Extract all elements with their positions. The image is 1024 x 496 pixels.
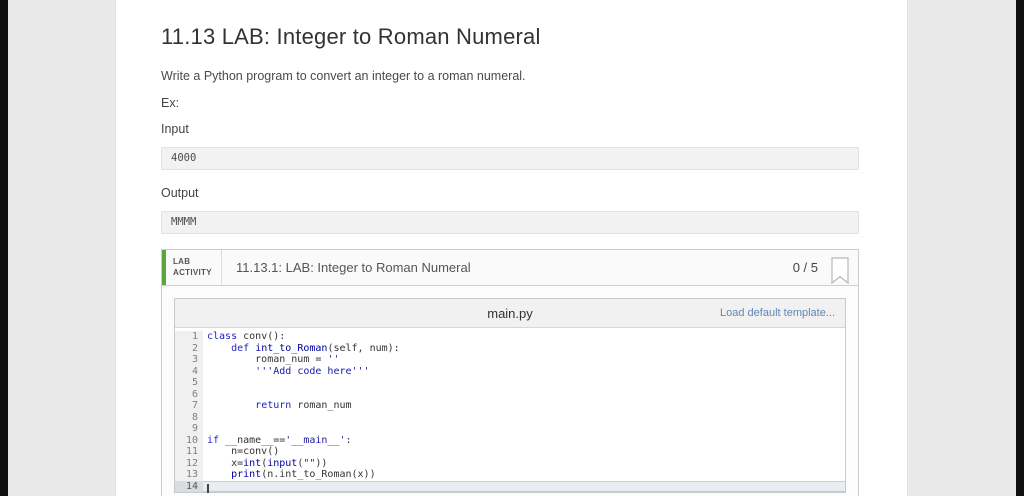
- code-line: 10 if __name__=='__main__':: [175, 434, 845, 446]
- score-area: 0 / 5: [793, 250, 858, 285]
- example-input-box: 4000: [161, 147, 859, 170]
- code-line: 5: [175, 377, 845, 389]
- line-number: 4: [175, 365, 203, 377]
- code-line: 2 def int_to_Roman(self, num):: [175, 342, 845, 354]
- lab-activity-card: LAB ACTIVITY 11.13.1: LAB: Integer to Ro…: [161, 249, 859, 496]
- line-number: 5: [175, 377, 203, 389]
- code-line: 11 n=conv(): [175, 446, 845, 458]
- code-line: 13 print(n.int_to_Roman(x)): [175, 469, 845, 481]
- code-line: 8: [175, 411, 845, 424]
- lab-card-body: main.py Load default template... 1 class …: [162, 286, 858, 496]
- line-number: 7: [175, 400, 203, 412]
- activity-score: 0 / 5: [792, 260, 818, 275]
- line-number: 2: [175, 342, 203, 354]
- line-number: 13: [175, 469, 203, 481]
- code-line: 6: [175, 388, 845, 401]
- text-cursor: [207, 483, 209, 493]
- code-text: class conv():: [207, 331, 286, 342]
- code-text: n=conv(): [207, 446, 280, 457]
- editor-header: main.py Load default template...: [175, 299, 845, 328]
- code-line: 9: [175, 423, 845, 435]
- line-number: 8: [175, 411, 203, 423]
- code-line: 1 class conv():: [175, 331, 845, 343]
- editor-filename: main.py: [487, 305, 533, 321]
- code-lines[interactable]: 1 class conv(): 2 def int_to_Roman(self, n…: [175, 328, 845, 493]
- line-number: 14: [175, 480, 203, 492]
- screen: 11.13 LAB: Integer to Roman Numeral Writ…: [0, 0, 1024, 496]
- code-text: if __name__=='__main__':: [207, 434, 352, 446]
- code-line: 3 roman_num = '': [175, 354, 845, 366]
- left-edge-bar: [0, 0, 8, 496]
- code-text: def int_to_Roman(self, num):: [231, 342, 400, 354]
- code-line: 12 x=int(input("")): [175, 457, 845, 469]
- code-text: return roman_num: [255, 400, 352, 411]
- problem-description: Write a Python program to convert an int…: [161, 69, 526, 83]
- code-text: roman_num = '': [207, 354, 340, 365]
- code-line: 7 return roman_num: [175, 400, 845, 412]
- load-default-template-link[interactable]: Load default template...: [720, 307, 835, 319]
- right-edge-bar: [1016, 0, 1024, 496]
- output-label: Output: [161, 186, 199, 200]
- lab-badge-line1: LAB: [173, 256, 191, 266]
- code-text: [203, 480, 845, 493]
- line-number: 3: [175, 354, 203, 366]
- activity-title: 11.13.1: LAB: Integer to Roman Numeral: [236, 260, 471, 275]
- line-number: 9: [175, 423, 203, 435]
- page-title: 11.13 LAB: Integer to Roman Numeral: [161, 24, 541, 49]
- bookmark-icon: [830, 257, 850, 284]
- code-line: 14: [175, 480, 845, 493]
- code-text: x=int(input("")): [207, 457, 328, 469]
- code-line: 4 '''Add code here''': [175, 365, 845, 377]
- lab-badge: LAB ACTIVITY: [166, 250, 222, 285]
- code-text: print(n.int_to_Roman(x)): [231, 469, 376, 480]
- line-number: 1: [175, 331, 203, 343]
- code-editor[interactable]: main.py Load default template... 1 class …: [174, 298, 846, 493]
- line-number: 10: [175, 434, 203, 446]
- line-number: 11: [175, 446, 203, 458]
- content-area: 11.13 LAB: Integer to Roman Numeral Writ…: [115, 0, 908, 496]
- code-text: '''Add code here''': [255, 365, 370, 377]
- input-label: Input: [161, 122, 189, 136]
- lab-badge-line2: ACTIVITY: [173, 267, 212, 277]
- lab-activity-header: LAB ACTIVITY 11.13.1: LAB: Integer to Ro…: [162, 250, 858, 286]
- line-number: 12: [175, 457, 203, 469]
- example-label: Ex:: [161, 96, 180, 110]
- example-output-box: MMMM: [161, 211, 859, 234]
- line-number: 6: [175, 388, 203, 400]
